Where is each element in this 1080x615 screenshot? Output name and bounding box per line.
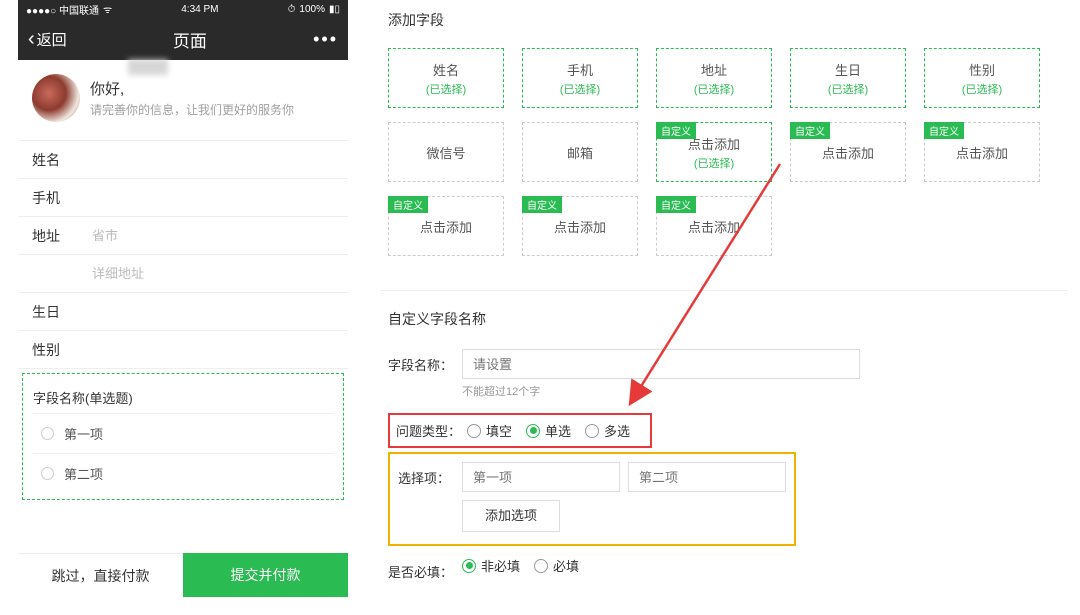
nav-bar: ‹ 返回 页面 ••• (18, 18, 348, 60)
question-type-row: 问题类型： 填空 单选 多选 (388, 413, 1068, 448)
field-name-row: 字段名称： 不能超过12个字 (388, 349, 1068, 399)
custom-badge: 自定义 (522, 196, 562, 213)
back-label: 返回 (37, 29, 67, 50)
custom-badge: 自定义 (656, 196, 696, 213)
field-name-input[interactable] (462, 349, 860, 379)
options-row: 选择项： 添加选项 (388, 454, 1068, 546)
form-row-address-detail[interactable]: 详细地址 (18, 255, 348, 293)
greeting-text: 你好, (90, 78, 294, 99)
field-card-4[interactable]: 性别 (已选择) (924, 48, 1040, 108)
custom-field-title: 字段名称(单选题) (33, 378, 333, 414)
form-row-address[interactable]: 地址省市 (18, 217, 348, 255)
field-card-9[interactable]: 自定义点击添加 (924, 122, 1040, 182)
field-card-8[interactable]: 自定义点击添加 (790, 122, 906, 182)
field-card-label: 点击添加 (822, 143, 874, 162)
back-button[interactable]: ‹ 返回 (28, 28, 67, 51)
field-card-label: 点击添加 (956, 143, 1008, 162)
form-row-phone[interactable]: 手机 (18, 179, 348, 217)
config-title: 自定义字段名称 (388, 309, 1068, 329)
field-card-label: 点击添加 (420, 217, 472, 236)
field-card-sub: (已选择) (560, 81, 600, 97)
field-card-0[interactable]: 姓名 (已选择) (388, 48, 504, 108)
field-card-6[interactable]: 邮箱 (522, 122, 638, 182)
field-card-label: 点击添加 (688, 217, 740, 236)
field-config: 自定义字段名称 字段名称： 不能超过12个字 问题类型： 填空 单选 多选 选择… (380, 290, 1068, 581)
more-button[interactable]: ••• (313, 29, 338, 50)
required-radio-no[interactable]: 非必填 (462, 556, 520, 575)
custom-badge: 自定义 (388, 196, 428, 213)
field-card-1[interactable]: 手机 (已选择) (522, 48, 638, 108)
required-row: 是否必填： 非必填 必填 (388, 556, 1068, 581)
form-list: 姓名 手机 地址省市 详细地址 生日 性别 (18, 141, 348, 369)
option-row-2[interactable]: 第二项 (33, 454, 333, 493)
battery-pct: 100% (299, 4, 325, 15)
greeting-block: 你好, 请完善你的信息，让我们更好的服务你 (18, 60, 348, 141)
field-card-sub: (已选择) (694, 155, 734, 171)
options-label: 选择项： (398, 462, 462, 532)
submit-button[interactable]: 提交并付款 (183, 553, 348, 597)
field-card-2[interactable]: 地址 (已选择) (656, 48, 772, 108)
skip-button[interactable]: 跳过，直接付款 (18, 553, 183, 597)
required-radio-yes[interactable]: 必填 (534, 556, 579, 575)
field-card-label: 手机 (567, 60, 593, 79)
nav-title: 页面 (67, 27, 313, 52)
field-card-label: 姓名 (433, 60, 459, 79)
field-card-5[interactable]: 微信号 (388, 122, 504, 182)
option-input-1[interactable] (462, 462, 620, 492)
phone-footer: 跳过，直接付款 提交并付款 (18, 553, 348, 597)
type-radio-blank[interactable]: 填空 (467, 421, 512, 440)
options-highlight: 选择项： 添加选项 (388, 452, 796, 546)
field-name-hint: 不能超过12个字 (462, 383, 860, 399)
status-time: 4:34 PM (181, 4, 218, 15)
field-card-sub: (已选择) (962, 81, 1002, 97)
status-bar: ●●●●○ 中国联通 ᯤ 4:34 PM ⏱ 100% ▮▯ (18, 0, 348, 18)
field-card-sub: (已选择) (694, 81, 734, 97)
field-card-label: 地址 (701, 60, 727, 79)
field-card-label: 生日 (835, 60, 861, 79)
add-option-button[interactable]: 添加选项 (462, 500, 560, 532)
field-card-12[interactable]: 自定义点击添加 (656, 196, 772, 256)
field-card-3[interactable]: 生日 (已选择) (790, 48, 906, 108)
type-radio-multi[interactable]: 多选 (585, 421, 630, 440)
form-row-gender[interactable]: 性别 (18, 331, 348, 369)
form-row-birthday[interactable]: 生日 (18, 293, 348, 331)
field-card-sub: (已选择) (828, 81, 868, 97)
phone-preview: ●●●●○ 中国联通 ᯤ 4:34 PM ⏱ 100% ▮▯ ‹ 返回 页面 •… (18, 0, 348, 615)
avatar (32, 74, 80, 122)
field-card-label: 邮箱 (567, 143, 593, 162)
custom-badge: 自定义 (656, 122, 696, 139)
add-field-title: 添加字段 (380, 10, 1068, 30)
custom-badge: 自定义 (924, 122, 964, 139)
required-label: 是否必填： (388, 556, 462, 581)
redacted-name (128, 59, 168, 75)
alarm-icon: ⏱ (288, 4, 296, 15)
field-card-7[interactable]: 自定义点击添加(已选择) (656, 122, 772, 182)
field-name-label: 字段名称： (388, 349, 462, 374)
field-card-label: 性别 (969, 60, 995, 79)
field-grid: 姓名 (已选择) 手机 (已选择) 地址 (已选择) 生日 (已选择) 性别 (已选择) 微信号 邮箱… (380, 48, 1068, 256)
field-card-10[interactable]: 自定义点击添加 (388, 196, 504, 256)
battery-icon: ▮▯ (329, 4, 340, 15)
chevron-left-icon: ‹ (28, 28, 35, 51)
field-card-label: 点击添加 (554, 217, 606, 236)
question-type-label: 问题类型： (396, 421, 461, 440)
radio-icon (41, 467, 54, 480)
field-card-sub: (已选择) (426, 81, 466, 97)
greeting-sub: 请完善你的信息，让我们更好的服务你 (90, 101, 294, 118)
field-card-11[interactable]: 自定义点击添加 (522, 196, 638, 256)
option-row-1[interactable]: 第一项 (33, 414, 333, 454)
option-input-2[interactable] (628, 462, 786, 492)
field-card-label: 微信号 (426, 143, 465, 162)
radio-icon (41, 427, 54, 440)
form-row-name[interactable]: 姓名 (18, 141, 348, 179)
type-radio-single[interactable]: 单选 (526, 421, 571, 440)
config-panel: 添加字段 姓名 (已选择) 手机 (已选择) 地址 (已选择) 生日 (已选择) 性别 (已选择)… (380, 10, 1068, 615)
question-type-highlight: 问题类型： 填空 单选 多选 (388, 413, 652, 448)
custom-badge: 自定义 (790, 122, 830, 139)
custom-field-preview: 字段名称(单选题) 第一项 第二项 (22, 373, 344, 500)
carrier-label: ●●●●○ 中国联通 (26, 2, 99, 17)
wifi-icon: ᯤ (103, 2, 112, 16)
